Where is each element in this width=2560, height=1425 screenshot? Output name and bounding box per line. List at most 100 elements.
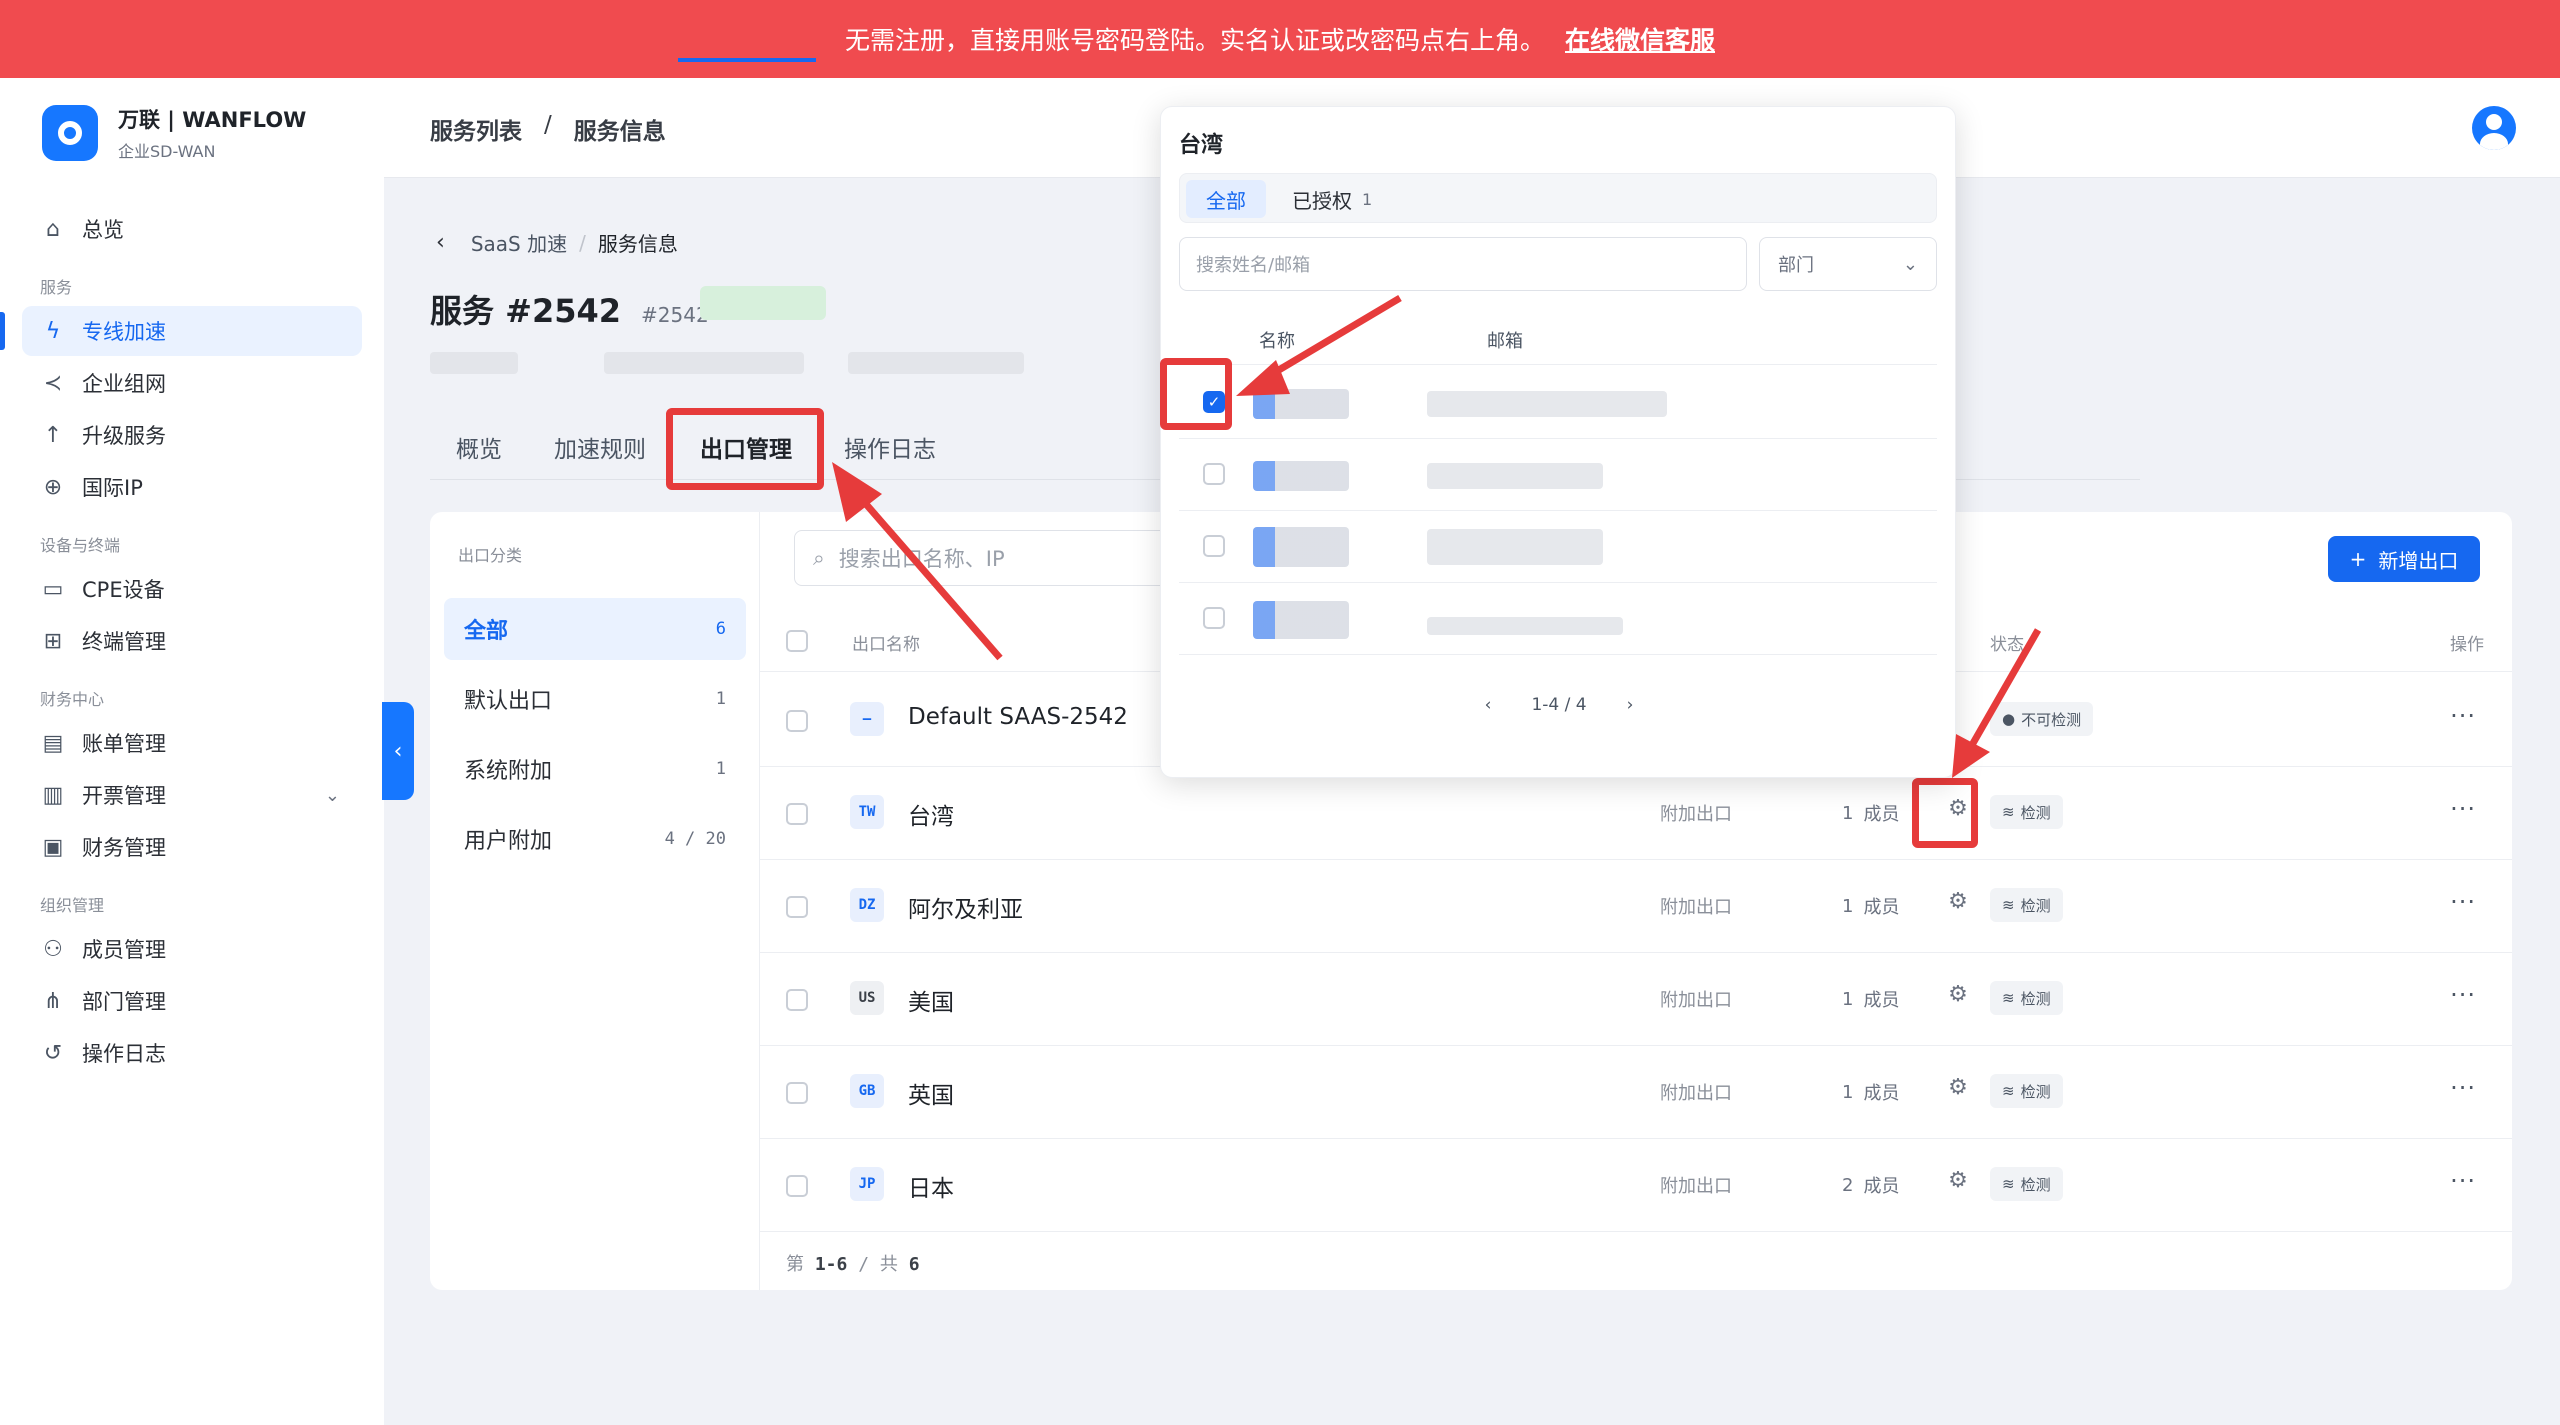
category-item-all[interactable]: 全部 6	[444, 598, 746, 660]
select-all-checkbox[interactable]	[786, 630, 808, 652]
member-unit: 成员	[1863, 1083, 1900, 1104]
grid-icon: ⊞	[43, 628, 63, 654]
table-row[interactable]: JP 日本 附加出口 2 成员 ⚙ ≋ 检测 ···	[760, 1139, 2512, 1232]
sidebar-item-label: 成员管理	[82, 938, 166, 962]
region-code: GB	[850, 1074, 884, 1108]
sidebar-item-enterprise-network[interactable]: ≺ 企业组网	[22, 358, 362, 408]
tab-operation-log[interactable]: 操作日志	[844, 430, 936, 464]
nav-group-title: 服务	[40, 278, 73, 297]
sidebar-item-international-ip[interactable]: ⊕ 国际IP	[22, 462, 362, 512]
sidebar-collapse-button[interactable]: ‹	[382, 702, 414, 800]
member-search-input[interactable]: 搜索姓名/邮箱	[1179, 237, 1747, 291]
segment-authorized[interactable]: 已授权 1	[1272, 180, 1392, 218]
tab-overview[interactable]: 概览	[456, 430, 502, 464]
status-badge[interactable]: ≋ 检测	[1990, 981, 2063, 1015]
tab-acceleration-rules[interactable]: 加速规则	[554, 430, 646, 464]
breadcrumb-service-list[interactable]: 服务列表	[430, 112, 522, 146]
exit-name: 台湾	[908, 804, 954, 830]
row-checkbox[interactable]	[786, 989, 808, 1011]
arrow-up-icon: ↑	[43, 422, 63, 448]
sidebar-item-terminals[interactable]: ⊞ 终端管理	[22, 616, 362, 666]
table-row[interactable]: GB 英国 附加出口 1 成员 ⚙ ≋ 检测 ···	[760, 1046, 2512, 1139]
redacted-info	[604, 352, 804, 374]
member-count: 1 成员	[1842, 800, 1899, 826]
more-actions-icon[interactable]: ···	[2450, 795, 2476, 823]
status-label: 检测	[2020, 896, 2051, 915]
member-row[interactable]	[1179, 439, 1937, 511]
row-checkbox[interactable]	[786, 1175, 808, 1197]
exit-search-input[interactable]: ⌕ 搜索出口名称、IP	[794, 530, 1214, 586]
member-unit: 成员	[1863, 990, 1900, 1011]
gear-icon[interactable]: ⚙	[1946, 1169, 1970, 1193]
segment-all[interactable]: 全部	[1186, 180, 1266, 218]
sidebar-item-finance[interactable]: ▣ 财务管理	[22, 822, 362, 872]
row-checkbox[interactable]	[786, 803, 808, 825]
member-checkbox[interactable]	[1203, 607, 1225, 629]
member-checkbox[interactable]	[1203, 535, 1225, 557]
more-actions-icon[interactable]: ···	[2450, 981, 2476, 1009]
sidebar-item-upgrade[interactable]: ↑ 升级服务	[22, 410, 362, 460]
sidebar-item-members[interactable]: ⚇ 成员管理	[22, 924, 362, 974]
status-badge[interactable]: ≋ 检测	[1990, 888, 2063, 922]
banner-support-link[interactable]: 在线微信客服	[1565, 21, 1715, 57]
user-avatar-icon[interactable]	[2472, 106, 2516, 150]
member-row[interactable]: ✓	[1179, 367, 1937, 439]
gear-icon[interactable]: ⚙	[1946, 983, 1970, 1007]
category-item-default[interactable]: 默认出口 1	[444, 668, 746, 730]
row-checkbox[interactable]	[786, 896, 808, 918]
status-badge[interactable]: ● 不可检测	[1990, 702, 2094, 736]
category-count: 1	[715, 689, 726, 709]
sidebar-item-cpe[interactable]: ▭ CPE设备	[22, 564, 362, 614]
brand[interactable]: 万联 | WANFLOW 企业SD-WAN	[42, 104, 306, 162]
status-label: 检测	[2020, 989, 2051, 1008]
table-row[interactable]: US 美国 附加出口 1 成员 ⚙ ≋ 检测 ···	[760, 953, 2512, 1046]
sidebar-item-invoices[interactable]: ▥ 开票管理 ⌄	[22, 770, 362, 820]
gear-icon[interactable]: ⚙	[1946, 890, 1970, 914]
annotation-highlight-box	[1912, 778, 1978, 848]
sidebar-item-logs[interactable]: ↺ 操作日志	[22, 1028, 362, 1078]
category-item-system[interactable]: 系统附加 1	[444, 738, 746, 800]
member-count-value: 1	[1842, 988, 1854, 1010]
department-select[interactable]: 部门 ⌄	[1759, 237, 1937, 291]
footer-total-label: 共	[879, 1254, 898, 1275]
sidebar-item-dedicated-acceleration[interactable]: ϟ 专线加速	[0, 306, 362, 356]
category-panel: 出口分类 全部 6 默认出口 1 系统附加 1 用户附加 4 / 20	[430, 512, 760, 1290]
table-row[interactable]: TW 台湾 附加出口 1 成员 ⚙ ≋ 检测 ···	[760, 767, 2512, 860]
member-count-value: 1	[1842, 802, 1854, 824]
gear-icon[interactable]: ⚙	[1946, 1076, 1970, 1100]
prev-page-icon[interactable]: ‹	[1485, 695, 1492, 715]
status-badge[interactable]: ≋ 检测	[1990, 1074, 2063, 1108]
redacted-member-email	[1427, 463, 1603, 489]
segment-all-label: 全部	[1206, 188, 1246, 213]
sidebar-item-bills[interactable]: ▤ 账单管理	[22, 718, 362, 768]
row-checkbox[interactable]	[786, 710, 808, 732]
sidebar-item-label: 开票管理	[82, 784, 166, 808]
dot-icon: ●	[2002, 710, 2016, 728]
sidebar-item-overview[interactable]: ⌂ 总览	[22, 204, 362, 254]
exit-type: 附加出口	[1660, 990, 1732, 1011]
table-row[interactable]: DZ 阿尔及利亚 附加出口 1 成员 ⚙ ≋ 检测 ···	[760, 860, 2512, 953]
member-checkbox[interactable]	[1203, 463, 1225, 485]
back-chevron-icon[interactable]: ‹	[436, 230, 445, 255]
member-row[interactable]	[1179, 511, 1937, 583]
sidebar-item-label: 专线加速	[82, 320, 166, 344]
status-badge[interactable]: ≋ 检测	[1990, 1167, 2063, 1201]
more-actions-icon[interactable]: ···	[2450, 702, 2476, 730]
next-page-icon[interactable]: ›	[1627, 695, 1634, 715]
category-item-user[interactable]: 用户附加 4 / 20	[444, 808, 746, 870]
more-actions-icon[interactable]: ···	[2450, 1074, 2476, 1102]
more-actions-icon[interactable]: ···	[2450, 888, 2476, 916]
sidebar-item-departments[interactable]: ⋔ 部门管理	[22, 976, 362, 1026]
redacted-info	[848, 352, 1024, 374]
sub-breadcrumb-parent[interactable]: SaaS 加速	[471, 228, 567, 257]
add-exit-button[interactable]: + 新增出口	[2328, 536, 2480, 582]
sidebar-item-label: 升级服务	[82, 424, 166, 448]
category-title: 出口分类	[458, 546, 523, 565]
table-footer-count: 第 1-6 / 共 6	[786, 1250, 920, 1276]
more-actions-icon[interactable]: ···	[2450, 1167, 2476, 1195]
status-badge[interactable]: ≋ 检测	[1990, 795, 2063, 829]
member-row[interactable]	[1179, 583, 1937, 655]
row-checkbox[interactable]	[786, 1082, 808, 1104]
redacted-member-name	[1253, 601, 1349, 639]
wifi-icon: ≋	[2002, 1175, 2015, 1193]
